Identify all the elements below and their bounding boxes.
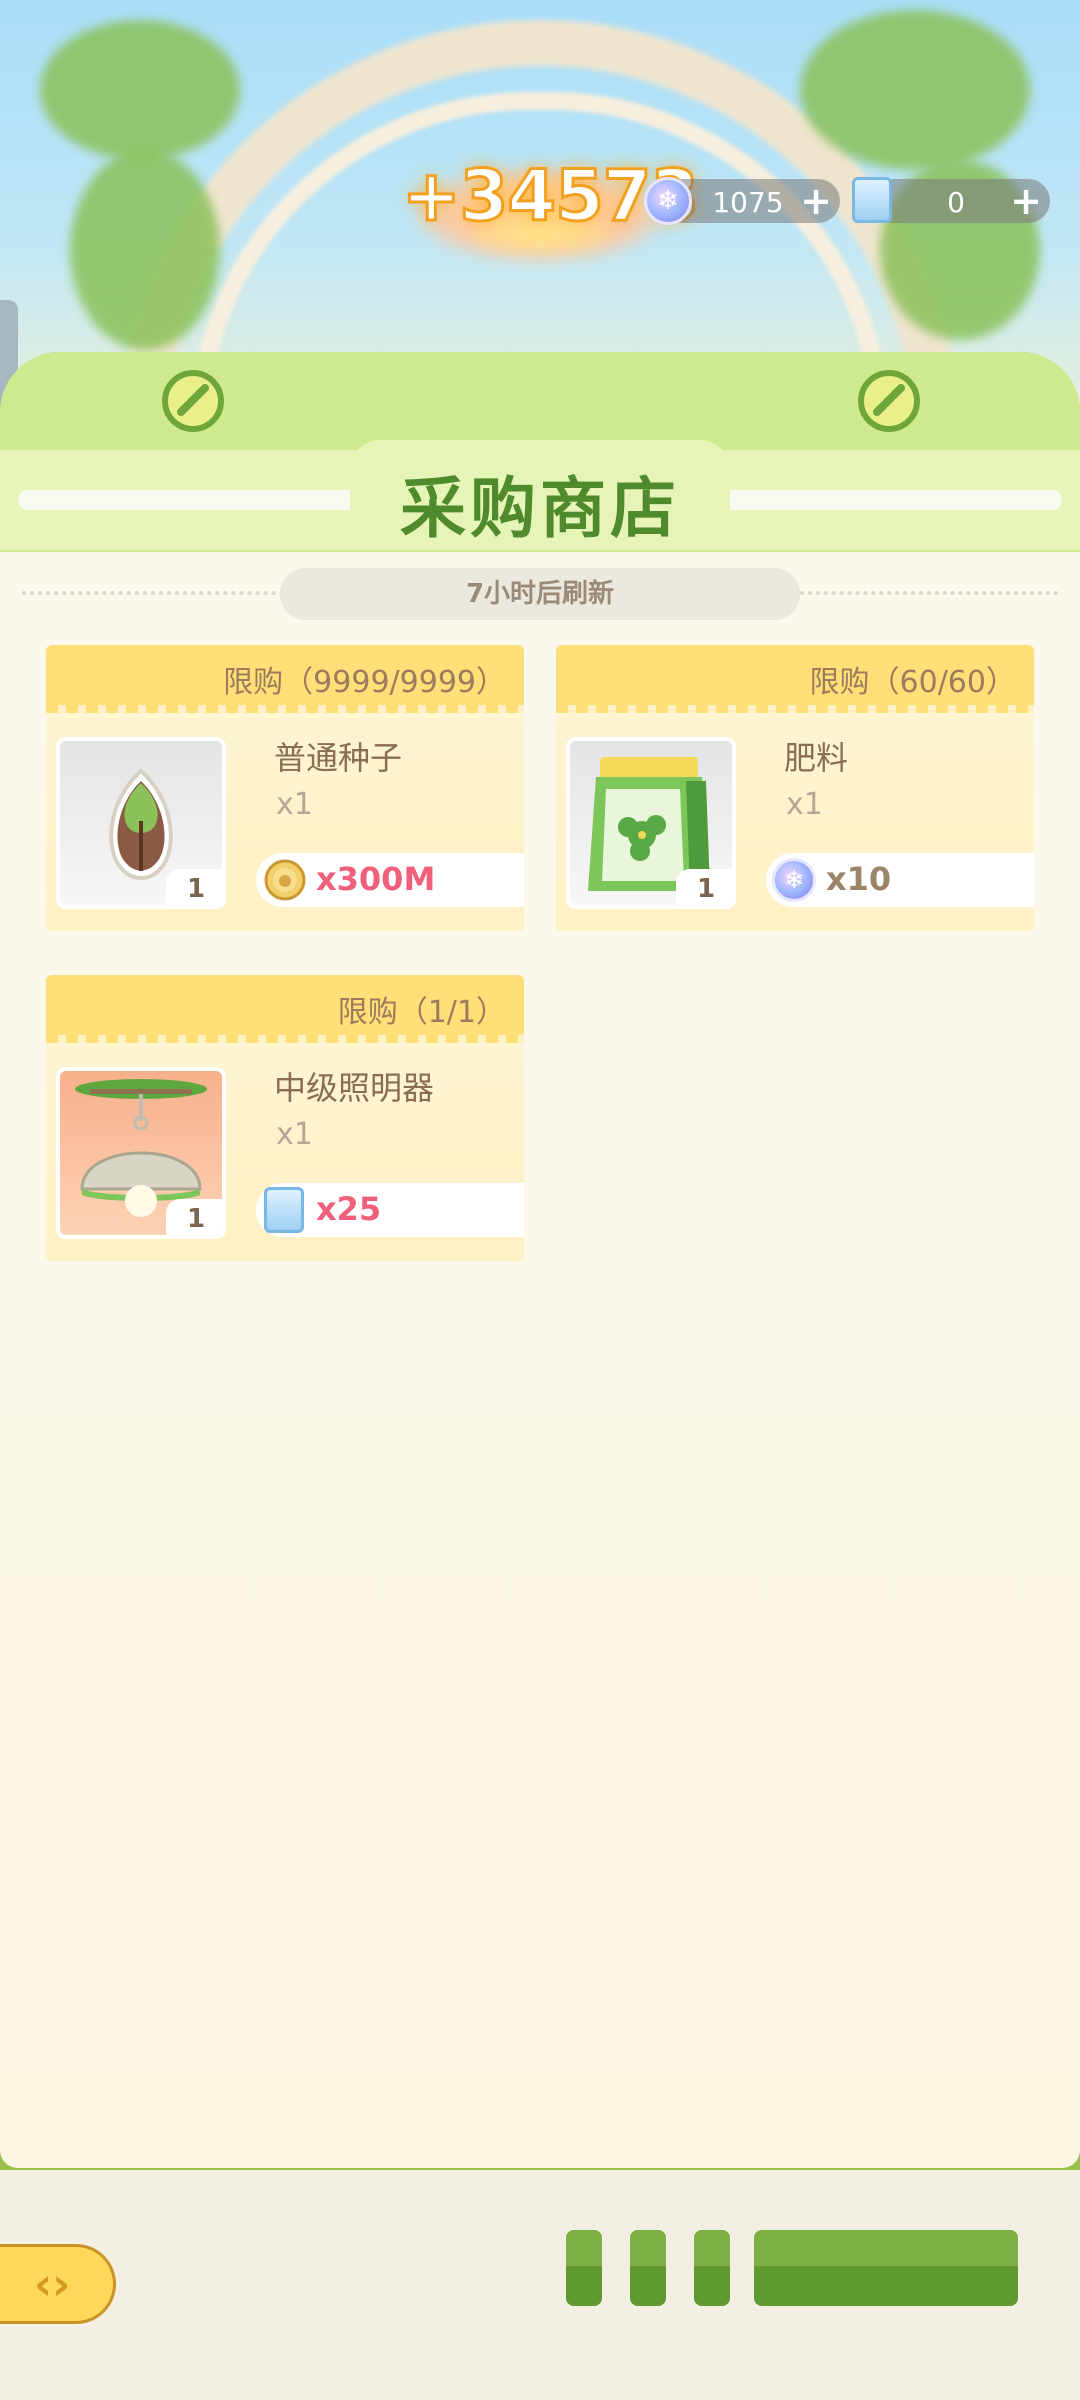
item-price: x25 xyxy=(316,1190,382,1228)
card-divider xyxy=(46,1035,524,1043)
bottom-action-button[interactable] xyxy=(754,2230,1018,2306)
item-price: x10 xyxy=(826,860,892,898)
item-quantity: 1 xyxy=(676,869,732,905)
item-name: 中级照明器 xyxy=(274,1069,435,1107)
back-arrow-icon: ‹› xyxy=(34,2259,71,2310)
item-count: x1 xyxy=(276,1117,313,1152)
snowflake-gem-icon: ❄ xyxy=(772,858,816,902)
buy-button[interactable]: x300M xyxy=(256,853,524,907)
shop-item-card[interactable]: 限购（1/1） 1 中级照明器 x1 x25 xyxy=(46,975,524,1261)
vine-leaves xyxy=(70,150,220,350)
add-ticket-icon[interactable]: + xyxy=(1010,182,1042,220)
purchase-limit: 限购（60/60） xyxy=(809,665,1016,700)
shop-item-card[interactable]: 限购（60/60） 1 肥料 x1 ❄ x10 xyxy=(556,645,1034,931)
item-count: x1 xyxy=(276,787,313,822)
prohibit-icon xyxy=(858,370,920,432)
item-thumbnail: 1 xyxy=(566,737,736,909)
snowflake-gem-icon: ❄ xyxy=(644,177,692,225)
ticket-bag-icon xyxy=(852,177,892,223)
item-quantity: 1 xyxy=(166,869,222,905)
gem-count: 1075 xyxy=(712,186,784,219)
item-price: x300M xyxy=(316,860,436,898)
bottom-tab-button[interactable] xyxy=(566,2230,602,2306)
purchase-limit: 限购（1/1） xyxy=(337,995,506,1030)
add-gem-icon[interactable]: + xyxy=(800,182,832,220)
item-name: 肥料 xyxy=(784,739,849,777)
card-divider xyxy=(46,705,524,713)
buy-button[interactable]: x25 xyxy=(256,1183,524,1237)
buy-button[interactable]: ❄ x10 xyxy=(766,853,1034,907)
bottom-tab-button[interactable] xyxy=(630,2230,666,2306)
item-thumbnail: 1 xyxy=(56,737,226,909)
ticket-bag-icon xyxy=(264,1187,304,1233)
shop-item-card[interactable]: 限购（9999/9999） 1 普通种子 x1 x300M xyxy=(46,645,524,931)
refresh-timer: 7小时后刷新 xyxy=(280,568,800,620)
ticket-count: 0 xyxy=(947,186,965,219)
divider xyxy=(22,591,284,595)
prohibit-icon xyxy=(162,370,224,432)
item-thumbnail: 1 xyxy=(56,1067,226,1239)
bottom-tab-button[interactable] xyxy=(694,2230,730,2306)
gold-coin-icon xyxy=(264,859,306,901)
page-title: 采购商店 xyxy=(400,470,680,547)
vine-leaves xyxy=(40,20,240,160)
item-count: x1 xyxy=(786,787,823,822)
card-divider xyxy=(556,705,1034,713)
item-quantity: 1 xyxy=(166,1199,222,1235)
item-name: 普通种子 xyxy=(274,739,403,777)
vine-leaves xyxy=(800,10,1030,170)
purchase-limit: 限购（9999/9999） xyxy=(223,665,506,700)
back-button[interactable]: ‹› xyxy=(0,2244,116,2324)
divider xyxy=(800,591,1058,595)
